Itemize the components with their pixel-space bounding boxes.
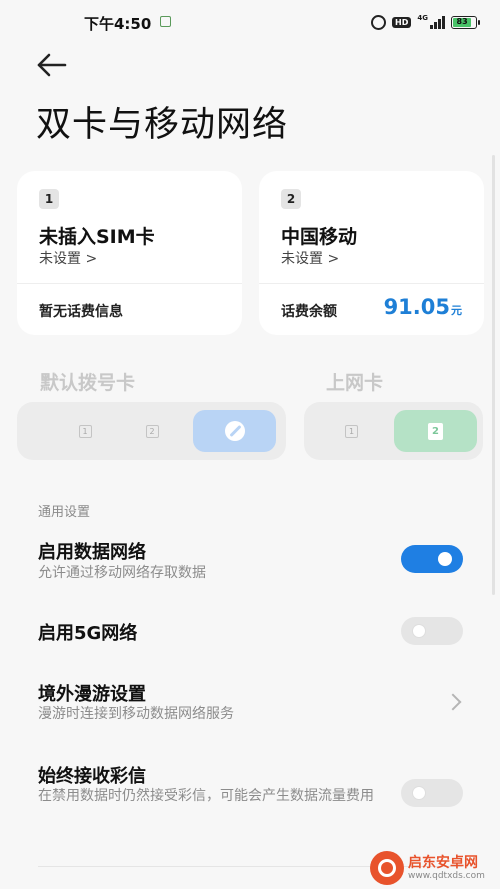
setting-title: 启用数据网络 [38,542,146,563]
toggle-knob [412,624,426,638]
dial-option-sim2[interactable]: 2 [114,402,190,460]
divider [259,283,484,284]
status-icons: HD 4G 83 [371,12,480,32]
page-title: 双卡与移动网络 [36,105,289,145]
setting-title: 启用5G网络 [38,623,138,644]
section-label-general: 通用设置 [38,505,91,520]
sim2-icon: 2 [145,424,159,438]
back-arrow-icon [37,53,67,77]
data-card-label: 上网卡 [326,372,384,394]
battery-icon: 83 [451,15,480,29]
signal-icon: 4G [417,15,445,29]
setting-desc: 漫游时连接到移动数据网络服务 [38,706,234,722]
dial-option-sim1[interactable]: 1 [47,402,123,460]
watermark: 启东安卓网 www.qdtxds.com [370,848,485,888]
sim-card-2[interactable]: 2 中国移动 未设置 > 话费余额 91.05元 [259,171,484,335]
data-option-sim1[interactable]: 1 [314,402,389,460]
data-option-sim2[interactable]: 2 [394,410,477,452]
chevron-right-icon [444,693,462,711]
status-time: 下午4:50 [84,15,152,33]
sim-card-1[interactable]: 1 未插入SIM卡 未设置 > 暂无话费信息 [17,171,242,335]
sim-status-link[interactable]: 未设置 > [39,248,97,268]
auto-select-icon [224,421,245,441]
dial-option-auto[interactable] [193,410,276,452]
setting-enable-data[interactable]: 启用数据网络 允许通过移动网络存取数据 [0,535,500,595]
scrollbar[interactable] [492,155,495,595]
sim-badge: 1 [39,189,59,209]
data-network-toggle[interactable] [401,545,463,573]
notification-app-icon [160,16,171,27]
data-card-selector[interactable]: 1 2 [304,402,483,460]
balance-label: 话费余额 [281,304,337,320]
setting-enable-5g[interactable]: 启用5G网络 [0,615,500,655]
toggle-knob [412,786,426,800]
sim-info: 暂无话费信息 [39,304,123,320]
sim-name: 中国移动 [281,226,358,248]
default-dial-label: 默认拨号卡 [40,372,136,394]
sim-badge: 2 [281,189,301,209]
sim-status-link[interactable]: 未设置 > [281,248,339,268]
divider [17,283,242,284]
watermark-url: www.qdtxds.com [408,870,485,881]
sim1-icon: 1 [78,424,92,438]
mms-toggle[interactable] [401,779,463,807]
alarm-icon [371,14,387,30]
sim-name: 未插入SIM卡 [39,226,155,248]
watermark-name: 启东安卓网 [408,854,478,871]
setting-desc: 允许通过移动网络存取数据 [38,565,206,581]
status-bar: 下午4:50 HD 4G 83 [0,0,500,44]
hd-icon: HD [392,16,412,28]
sim1-icon: 1 [345,424,358,438]
setting-desc: 在禁用数据时仍然接受彩信，可能会产生数据流量费用 [38,788,374,804]
screen: 下午4:50 HD 4G 83 双卡与移动网络 1 未插入SIM卡 未设置 > [0,0,500,889]
balance-amount[interactable]: 91.05元 [384,295,462,319]
toggle-knob [438,552,452,566]
5g-toggle[interactable] [401,617,463,645]
balance-value: 91.05 [383,295,450,319]
watermark-logo-icon [370,851,404,885]
balance-unit: 元 [451,304,462,317]
sim2-icon: 2 [428,422,443,440]
setting-always-mms[interactable]: 始终接收彩信 在禁用数据时仍然接受彩信，可能会产生数据流量费用 [0,758,500,834]
battery-level: 83 [453,17,472,27]
network-type: 4G [417,14,428,22]
default-dial-selector[interactable]: 1 2 [17,402,286,460]
back-button[interactable] [36,50,72,80]
setting-roaming[interactable]: 境外漫游设置 漫游时连接到移动数据网络服务 [0,676,500,736]
